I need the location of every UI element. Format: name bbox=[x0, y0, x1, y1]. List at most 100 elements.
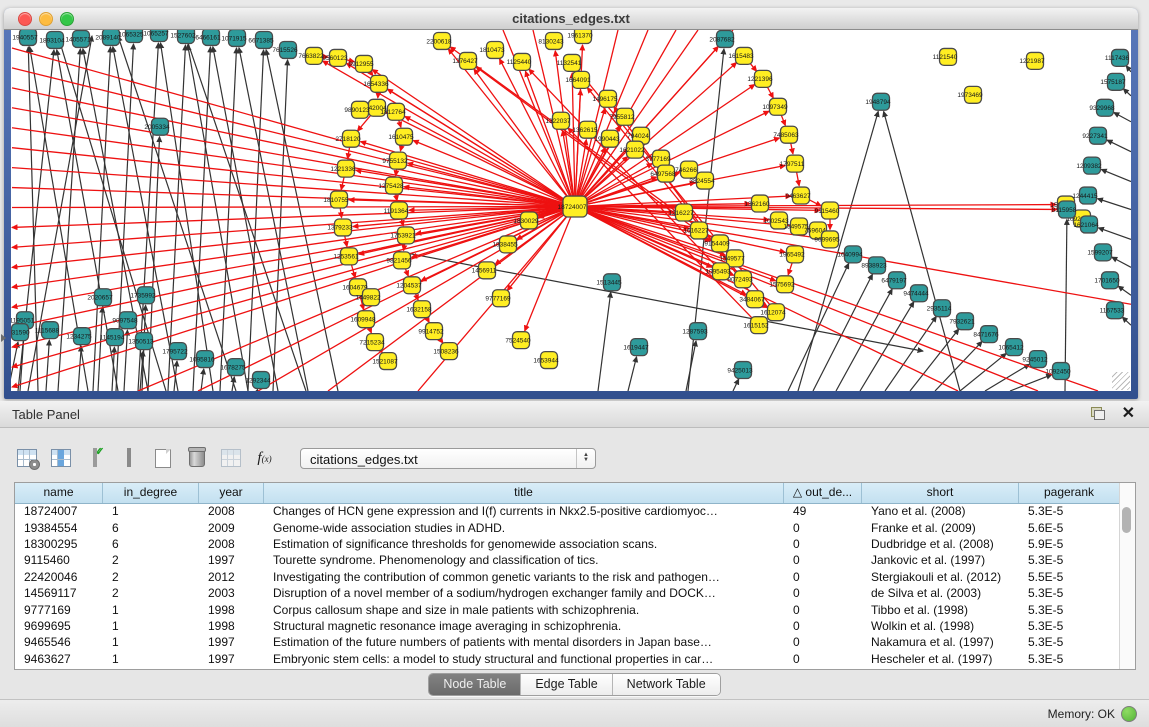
tab-node-table[interactable]: Node Table bbox=[429, 674, 521, 695]
graph-node[interactable]: 1125440 bbox=[507, 53, 532, 70]
graph-node[interactable]: 1753921 bbox=[390, 227, 416, 244]
graph-node[interactable]: 1513445 bbox=[596, 274, 622, 291]
graph-node[interactable]: 3931590 bbox=[11, 324, 30, 341]
show-columns-icon[interactable] bbox=[48, 446, 73, 471]
column-header-in_degree[interactable]: in_degree bbox=[103, 483, 199, 503]
graph-node[interactable]: 1961370 bbox=[567, 30, 593, 43]
table-row[interactable]: 969969511998Structural magnetic resonanc… bbox=[15, 618, 1120, 634]
graph-node[interactable]: 1065412 bbox=[998, 339, 1024, 356]
graph-node[interactable]: 8130243 bbox=[538, 32, 564, 49]
graph-node[interactable]: 1322037 bbox=[545, 112, 571, 129]
scrollbar-thumb[interactable] bbox=[1122, 507, 1131, 533]
graph-node[interactable]: 1221987 bbox=[1019, 52, 1045, 69]
graph-node[interactable]: 1132541 bbox=[557, 54, 582, 71]
delete-trash-icon[interactable] bbox=[184, 446, 209, 471]
graph-node[interactable]: 9097548 bbox=[112, 312, 138, 329]
graph-node[interactable]: 1221336 bbox=[330, 160, 356, 177]
vertical-scrollbar[interactable] bbox=[1119, 483, 1135, 669]
graph-node[interactable]: 9560123 bbox=[322, 49, 348, 66]
graph-node[interactable]: 2200618 bbox=[426, 32, 452, 49]
graph-node[interactable]: 1599207 bbox=[1087, 244, 1113, 261]
graph-node[interactable]: 1653944 bbox=[533, 352, 559, 369]
graph-node[interactable]: 1615152 bbox=[743, 317, 769, 334]
graph-node[interactable]: 1092450 bbox=[1045, 363, 1071, 380]
graph-node[interactable]: 1610475 bbox=[388, 128, 414, 145]
graph-node[interactable]: 8912955 bbox=[348, 55, 374, 72]
graph-node[interactable]: 1191364 bbox=[384, 202, 409, 219]
graph-node[interactable]: 1609948 bbox=[350, 311, 376, 328]
graph-node[interactable]: 1940557 bbox=[12, 30, 38, 45]
graph-node[interactable]: 1145194 bbox=[100, 329, 125, 346]
new-column-icon[interactable] bbox=[150, 446, 175, 471]
graph-node[interactable]: 1575692 bbox=[769, 276, 795, 293]
tab-network-table[interactable]: Network Table bbox=[613, 674, 720, 695]
graph-node[interactable]: 1797511 bbox=[780, 155, 805, 172]
select-columns-icon[interactable] bbox=[82, 446, 107, 471]
graph-node[interactable]: 1167533 bbox=[1100, 302, 1125, 319]
table-row[interactable]: 1938455462009Genome-wide association stu… bbox=[15, 519, 1120, 535]
graph-node[interactable]: 1508236 bbox=[433, 343, 459, 360]
graph-node[interactable]: 9463627 bbox=[785, 187, 811, 204]
graph-node[interactable]: 7955812 bbox=[609, 108, 635, 125]
graph-node[interactable]: 7485063 bbox=[773, 126, 799, 143]
graph-node[interactable]: 1071915 bbox=[221, 30, 247, 46]
column-header-short[interactable]: short bbox=[862, 483, 1019, 503]
graph-node[interactable]: 2087682 bbox=[709, 30, 735, 47]
network-canvas[interactable]: 1940557189310414055712089140106532510652… bbox=[11, 30, 1131, 391]
graph-node[interactable]: 1938455 bbox=[492, 236, 518, 253]
graph-node[interactable]: 1253561 bbox=[333, 248, 359, 265]
network-window-titlebar[interactable]: citations_edges.txt bbox=[4, 8, 1138, 30]
graph-node[interactable]: 2020657 bbox=[87, 289, 113, 306]
graph-node[interactable]: 1115688 bbox=[35, 322, 60, 339]
resize-grip[interactable] bbox=[1112, 372, 1130, 390]
graph-node[interactable]: 1615483 bbox=[728, 47, 754, 64]
graph-node[interactable]: 9777169 bbox=[485, 290, 511, 307]
column-header-out_de[interactable]: △ out_de... bbox=[784, 483, 862, 503]
graph-node[interactable]: 9329968 bbox=[1089, 99, 1115, 116]
table-row[interactable]: 977716911998Corpus callosum shape and si… bbox=[15, 601, 1120, 617]
graph-node[interactable]: 9474444 bbox=[903, 285, 929, 302]
network-graph[interactable]: 1940557189310414055712089140106532510652… bbox=[11, 30, 1131, 391]
graph-node[interactable]: 7615526 bbox=[272, 41, 298, 58]
close-panel-icon[interactable]: ✕ bbox=[1122, 404, 1135, 424]
column-header-year[interactable]: year bbox=[199, 483, 264, 503]
graph-node[interactable]: 1701650 bbox=[1094, 272, 1120, 289]
float-panel-icon[interactable] bbox=[1091, 407, 1105, 420]
graph-node[interactable]: 1575187 bbox=[1100, 73, 1126, 90]
graph-node[interactable]: 1678275 bbox=[220, 359, 246, 376]
table-row[interactable]: 1456911722003Disruption of a novel membe… bbox=[15, 585, 1120, 601]
graph-node[interactable]: 1810473 bbox=[479, 41, 505, 58]
graph-node[interactable]: 8471676 bbox=[973, 326, 999, 343]
graph-node[interactable]: 7215234 bbox=[359, 334, 385, 351]
splitpane-collapse-arrow[interactable] bbox=[1, 334, 6, 342]
table-row[interactable]: 1830029562008Estimation of significance … bbox=[15, 536, 1120, 552]
graph-node[interactable]: 9425013 bbox=[727, 362, 753, 379]
graph-node[interactable]: 2935114 bbox=[927, 300, 952, 317]
graph-node[interactable]: 2089140 bbox=[95, 30, 121, 45]
graph-node[interactable]: 1276427 bbox=[452, 52, 478, 69]
graph-node[interactable]: 746266 bbox=[675, 161, 697, 178]
table-row[interactable]: 2242004622012Investigating the contribut… bbox=[15, 569, 1120, 585]
graph-node[interactable]: 1065257 bbox=[143, 30, 169, 41]
graph-node[interactable]: 1209382 bbox=[1076, 157, 1102, 174]
graph-node[interactable]: 1234275 bbox=[66, 328, 92, 345]
graph-node[interactable]: 9890123 bbox=[344, 101, 370, 118]
table-row[interactable]: 911546021997Tourette syndrome. Phenomeno… bbox=[15, 552, 1120, 568]
graph-node[interactable]: 1405571 bbox=[65, 30, 91, 47]
graph-node[interactable]: 1664091 bbox=[565, 71, 591, 88]
graph-node[interactable]: 2005334 bbox=[144, 118, 170, 135]
table-select-dropdown[interactable]: citations_edges.txt ▲▼ bbox=[300, 448, 596, 469]
graph-node[interactable]: 1619447 bbox=[623, 339, 649, 356]
graph-node[interactable]: 1287593 bbox=[682, 323, 708, 340]
graph-node[interactable]: 1095816 bbox=[189, 351, 215, 368]
graph-node[interactable]: 1350513 bbox=[128, 333, 154, 350]
graph-node[interactable]: 1632158 bbox=[406, 301, 432, 318]
graph-node[interactable]: 1810755 bbox=[323, 191, 349, 208]
toggle-rows-icon[interactable] bbox=[116, 446, 141, 471]
graph-node[interactable]: 8938923 bbox=[861, 257, 887, 274]
graph-node[interactable]: 7663822 bbox=[298, 47, 324, 64]
fx-icon[interactable]: f(x) bbox=[252, 446, 277, 471]
column-header-pagerank[interactable]: pagerank bbox=[1019, 483, 1120, 503]
graph-node[interactable]: 9914752 bbox=[418, 323, 444, 340]
graph-node[interactable]: 9072493 bbox=[727, 271, 753, 288]
